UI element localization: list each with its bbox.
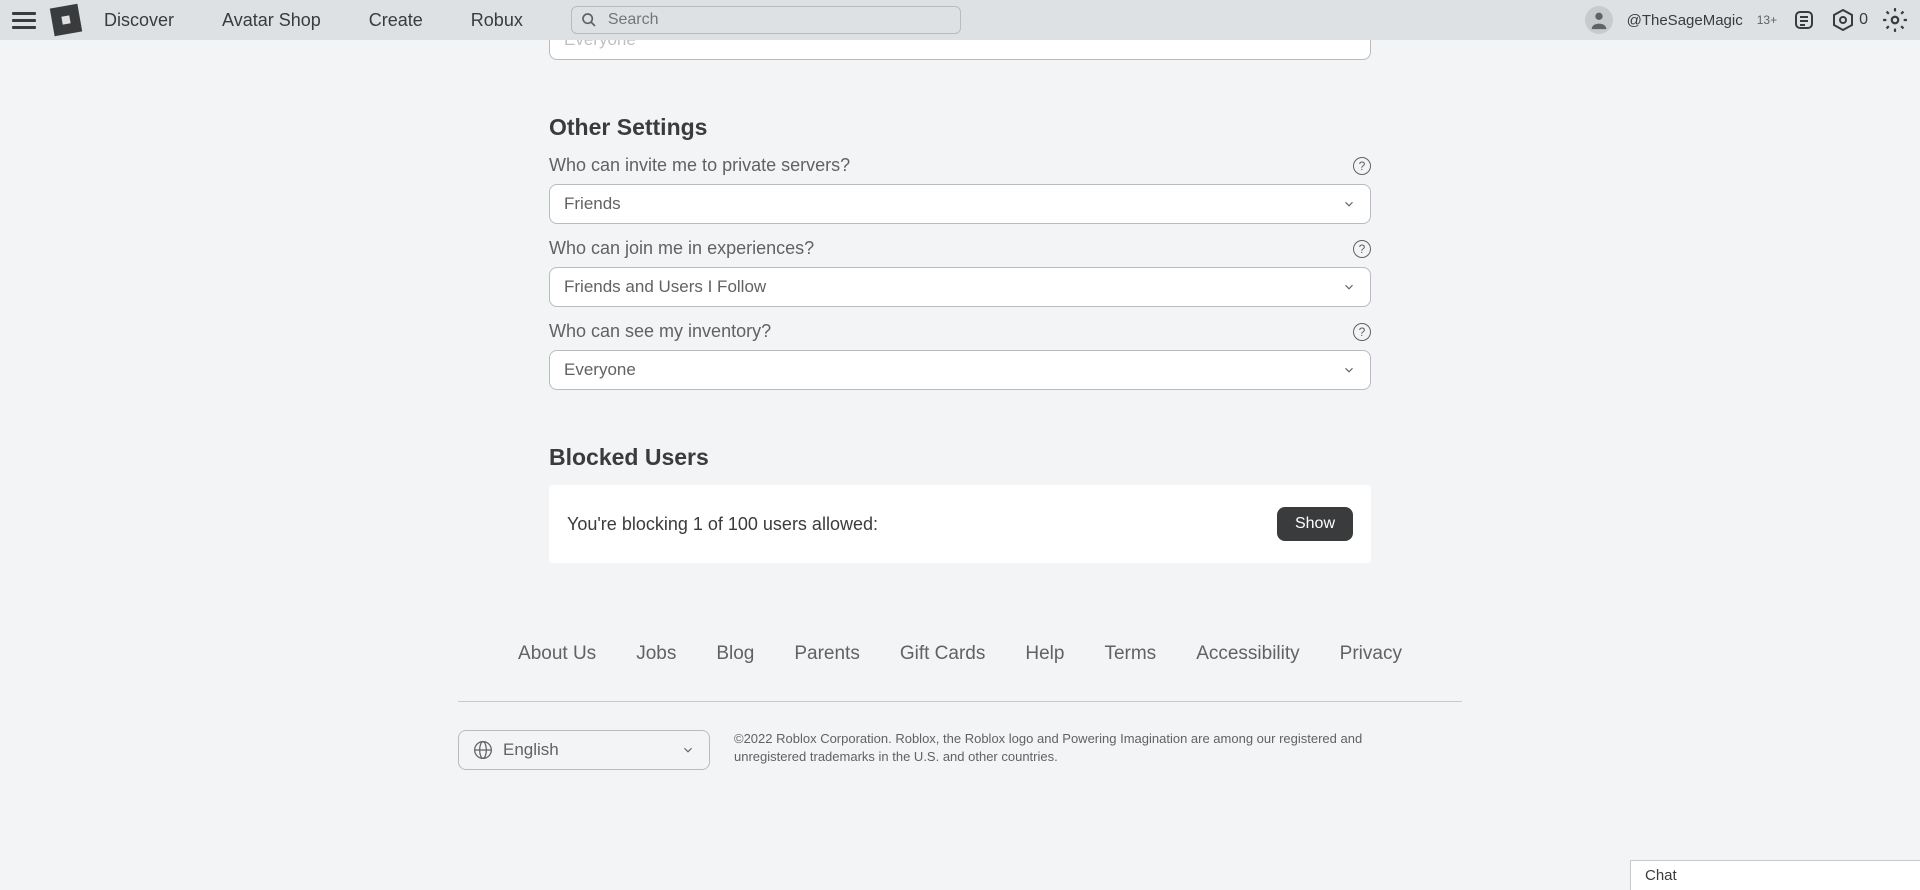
select-box-partial[interactable]: Everyone — [549, 40, 1371, 60]
help-icon[interactable]: ? — [1353, 157, 1371, 175]
nav-avatar-shop[interactable]: Avatar Shop — [222, 10, 321, 31]
section-title-blocked-users: Blocked Users — [549, 444, 1371, 471]
notifications-icon[interactable] — [1791, 7, 1817, 33]
footer-link-jobs[interactable]: Jobs — [636, 643, 676, 665]
blocked-users-panel: You're blocking 1 of 100 users allowed: … — [549, 485, 1371, 563]
setting-label: Who can join me in experiences? — [549, 238, 814, 259]
nav-links: Discover Avatar Shop Create Robux — [104, 10, 523, 31]
footer-links: About Us Jobs Blog Parents Gift Cards He… — [458, 643, 1462, 701]
help-icon[interactable]: ? — [1353, 323, 1371, 341]
main-content: Everyone Other Settings Who can invite m… — [0, 0, 1920, 770]
footer-link-giftcards[interactable]: Gift Cards — [900, 643, 986, 665]
setting-join-experiences: Who can join me in experiences? ? Friend… — [549, 238, 1371, 307]
footer-link-blog[interactable]: Blog — [716, 643, 754, 665]
robux-count: 0 — [1859, 11, 1868, 29]
footer-divider — [458, 701, 1462, 702]
select-value: Everyone — [564, 360, 636, 380]
copyright-text: ©2022 Roblox Corporation. Roblox, the Ro… — [734, 730, 1414, 766]
footer-link-privacy[interactable]: Privacy — [1340, 643, 1402, 665]
help-icon[interactable]: ? — [1353, 240, 1371, 258]
chat-label: Chat — [1645, 867, 1677, 884]
footer-link-accessibility[interactable]: Accessibility — [1196, 643, 1299, 665]
footer-link-help[interactable]: Help — [1025, 643, 1064, 665]
footer: About Us Jobs Blog Parents Gift Cards He… — [458, 643, 1462, 770]
select-inventory[interactable]: Everyone — [549, 350, 1371, 390]
setting-inventory: Who can see my inventory? ? Everyone — [549, 321, 1371, 390]
setting-label: Who can see my inventory? — [549, 321, 771, 342]
select-join-experiences[interactable]: Friends and Users I Follow — [549, 267, 1371, 307]
globe-icon — [473, 740, 493, 760]
chevron-down-icon — [1342, 197, 1356, 211]
footer-link-parents[interactable]: Parents — [794, 643, 859, 665]
chat-tab[interactable]: Chat — [1630, 860, 1920, 890]
header-right: @TheSageMagic 13+ 0 — [1585, 6, 1908, 34]
nav-create[interactable]: Create — [369, 10, 423, 31]
search-input[interactable] — [571, 6, 961, 34]
logo[interactable] — [50, 4, 82, 36]
chevron-down-icon — [1342, 280, 1356, 294]
username-label[interactable]: @TheSageMagic — [1627, 12, 1743, 29]
show-button[interactable]: Show — [1277, 507, 1353, 541]
chevron-down-icon — [1342, 363, 1356, 377]
settings-gear-icon[interactable] — [1882, 7, 1908, 33]
age-badge: 13+ — [1757, 13, 1777, 27]
avatar[interactable] — [1585, 6, 1613, 34]
chevron-down-icon — [681, 743, 695, 757]
search-wrap — [571, 6, 961, 34]
footer-link-about[interactable]: About Us — [518, 643, 596, 665]
search-icon — [581, 12, 597, 28]
footer-link-terms[interactable]: Terms — [1104, 643, 1156, 665]
hamburger-menu-icon[interactable] — [12, 8, 36, 32]
setting-private-servers: Who can invite me to private servers? ? … — [549, 155, 1371, 224]
blocked-users-text: You're blocking 1 of 100 users allowed: — [567, 514, 878, 535]
nav-robux[interactable]: Robux — [471, 10, 523, 31]
footer-bottom: English ©2022 Roblox Corporation. Roblox… — [458, 730, 1462, 770]
section-title-other-settings: Other Settings — [549, 114, 1371, 141]
language-select[interactable]: English — [458, 730, 710, 770]
select-private-servers[interactable]: Friends — [549, 184, 1371, 224]
robux-group[interactable]: 0 — [1831, 8, 1868, 32]
nav-discover[interactable]: Discover — [104, 10, 174, 31]
language-value: English — [503, 740, 671, 760]
setting-label: Who can invite me to private servers? — [549, 155, 850, 176]
select-value: Friends and Users I Follow — [564, 277, 766, 297]
select-value: Friends — [564, 194, 621, 214]
header: Discover Avatar Shop Create Robux @TheSa… — [0, 0, 1920, 40]
